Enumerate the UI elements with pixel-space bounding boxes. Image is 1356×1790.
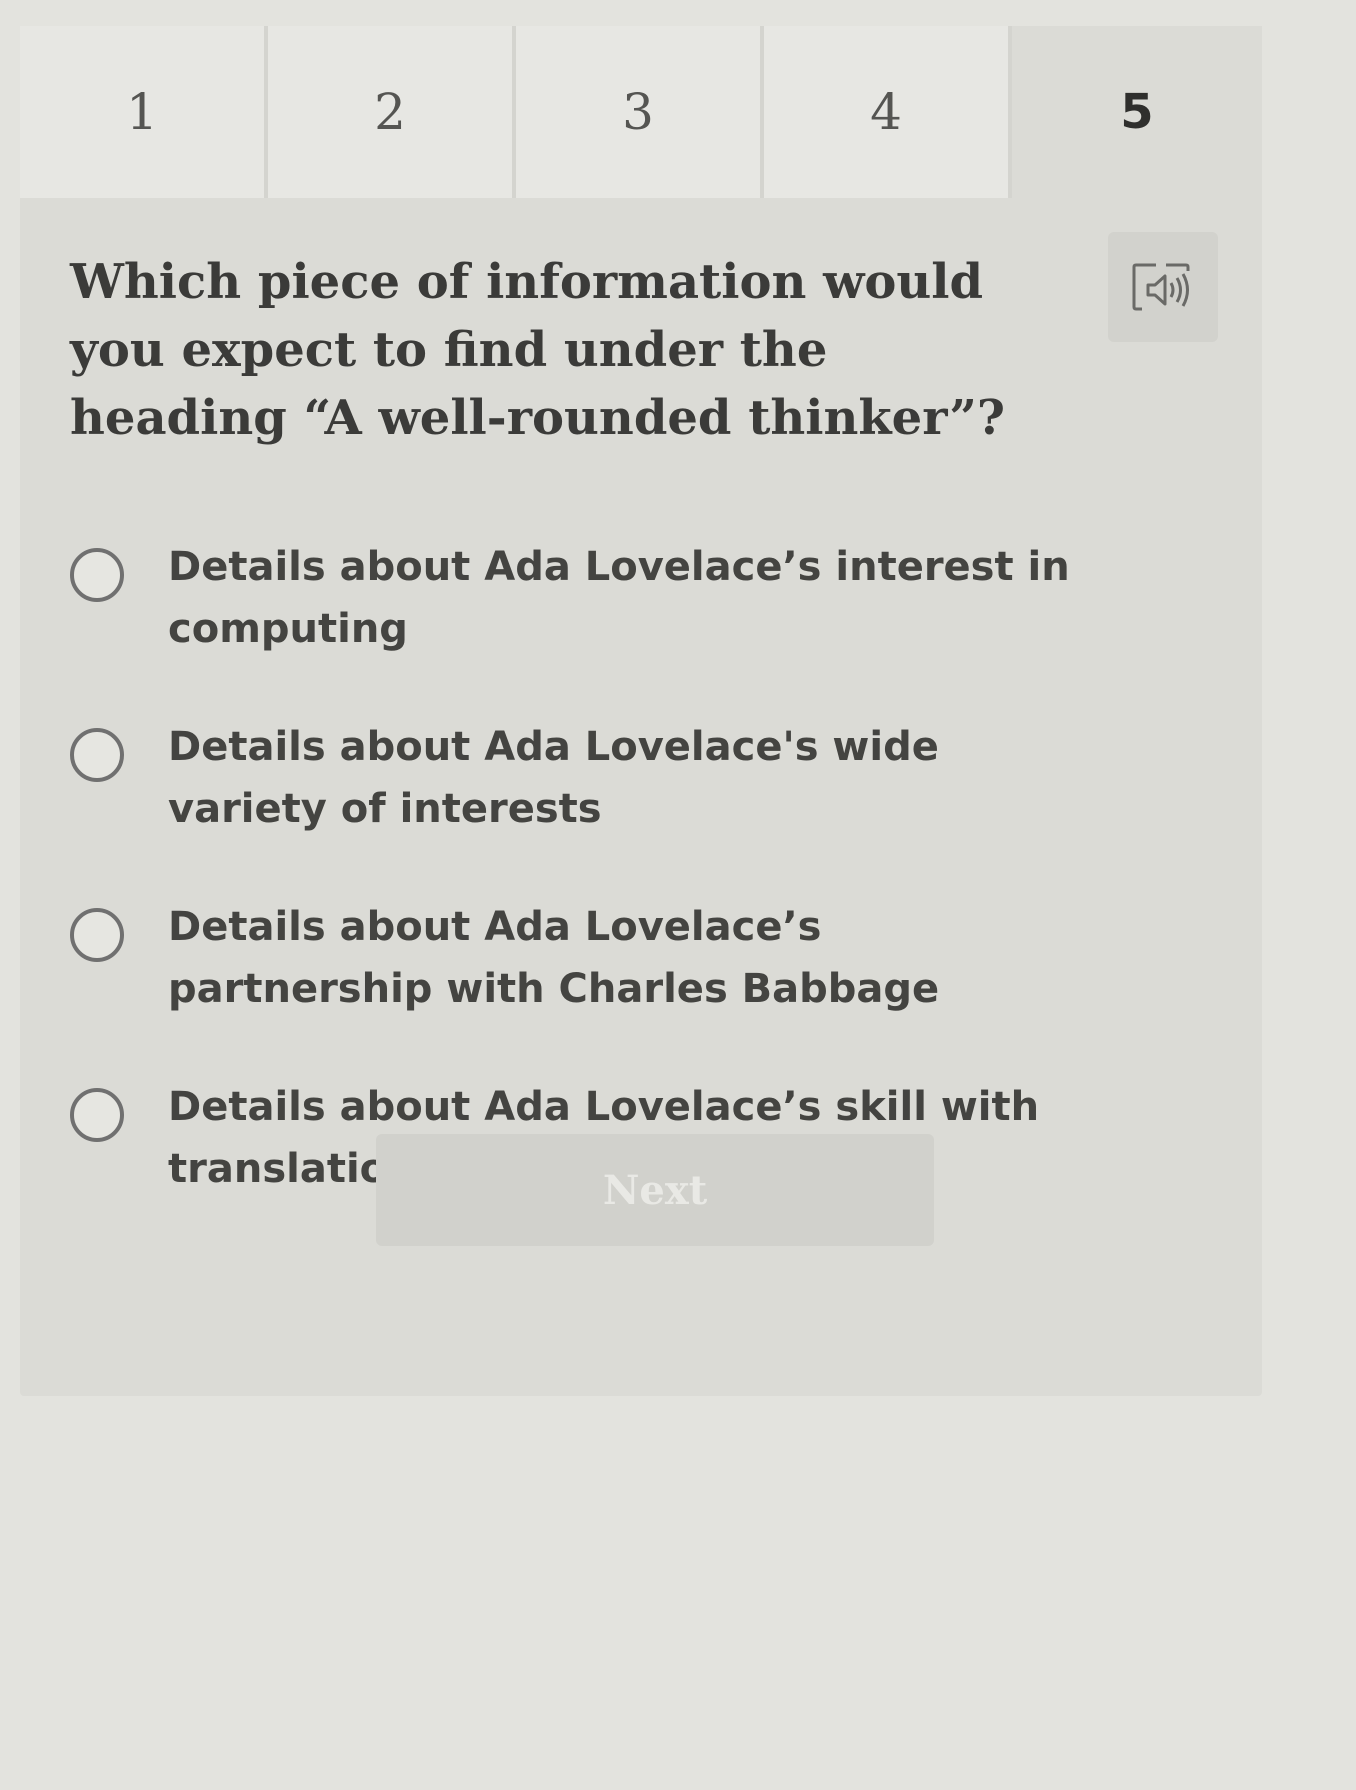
- next-button[interactable]: Next: [376, 1134, 934, 1246]
- answer-option-label: Details about Ada Lovelace’s partnership…: [168, 904, 940, 1012]
- audio-button[interactable]: [1108, 232, 1218, 342]
- answer-option-3[interactable]: Details about Ada Lovelace’s partnership…: [70, 896, 1210, 1020]
- question-text: Which piece of information would you exp…: [70, 254, 1005, 446]
- question-tab-bar: 1 2 3 4 5: [20, 26, 1262, 198]
- answer-option-label: Details about Ada Lovelace's wide variet…: [168, 724, 939, 832]
- tab-question-5[interactable]: 5: [1012, 26, 1262, 198]
- radio-button[interactable]: [70, 548, 124, 602]
- radio-button[interactable]: [70, 1088, 124, 1142]
- radio-button[interactable]: [70, 728, 124, 782]
- tab-question-2[interactable]: 2: [268, 26, 516, 198]
- tab-question-4[interactable]: 4: [764, 26, 1012, 198]
- speaker-icon: [1132, 263, 1190, 311]
- quiz-card: 1 2 3 4 5 Which piece of information wou…: [20, 26, 1262, 1396]
- answer-option-2[interactable]: Details about Ada Lovelace's wide variet…: [70, 716, 1210, 840]
- radio-button[interactable]: [70, 908, 124, 962]
- answer-option-label: Details about Ada Lovelace’s interest in…: [168, 544, 1070, 652]
- tab-question-3[interactable]: 3: [516, 26, 764, 198]
- tab-question-1[interactable]: 1: [20, 26, 268, 198]
- answer-option-1[interactable]: Details about Ada Lovelace’s interest in…: [70, 536, 1210, 660]
